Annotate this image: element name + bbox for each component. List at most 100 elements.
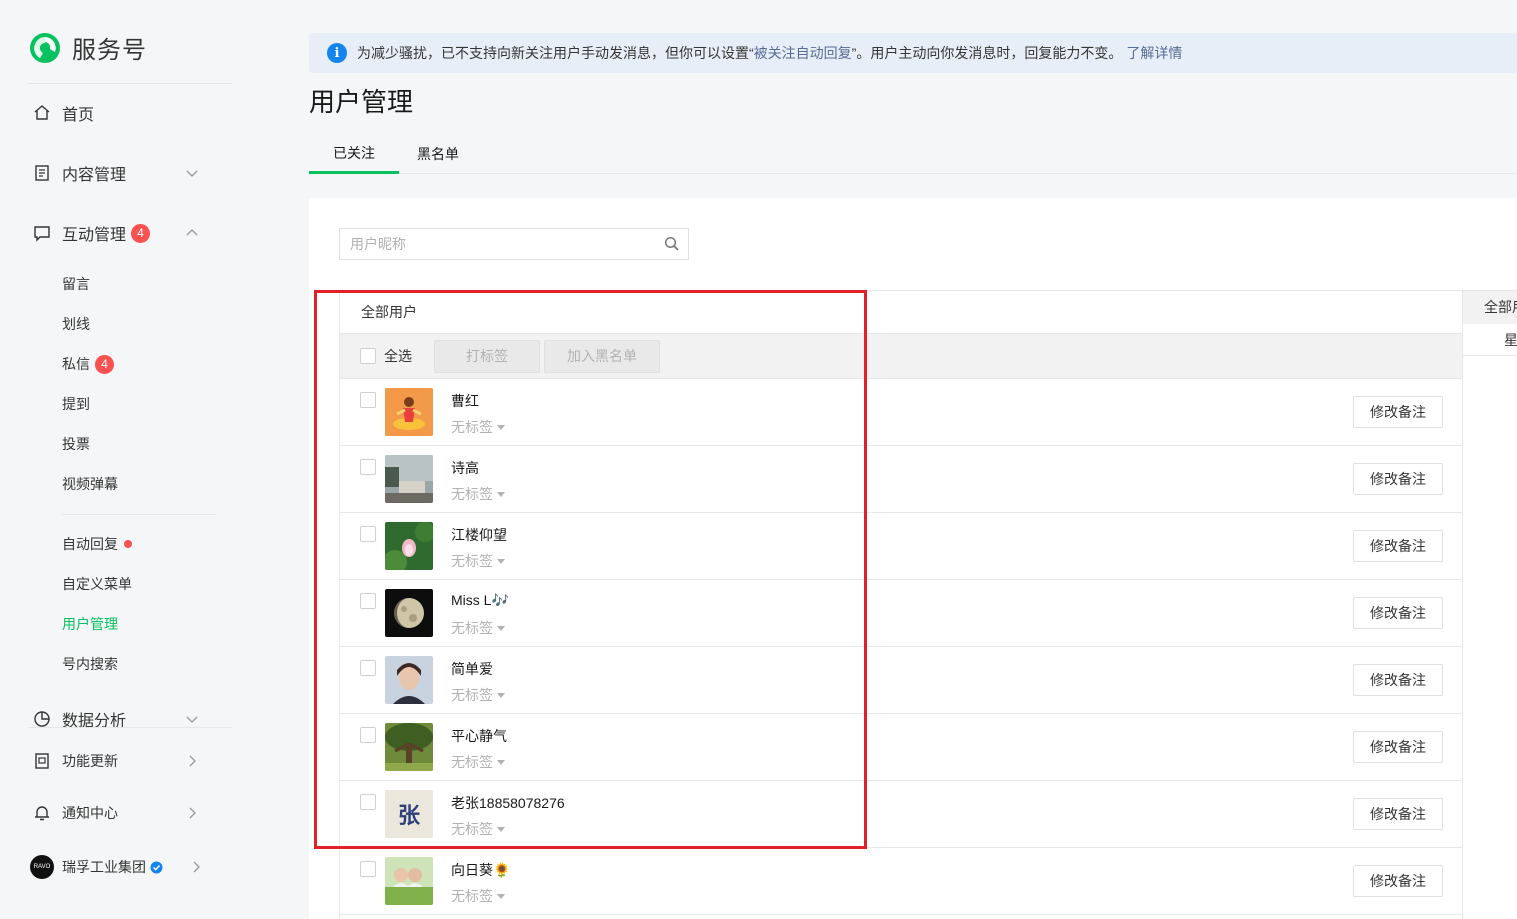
chevron-right-icon bbox=[193, 861, 200, 873]
sidebar-item-custom-menu[interactable]: 自定义菜单 bbox=[62, 574, 132, 594]
row-checkbox[interactable] bbox=[360, 526, 376, 542]
edit-remark-button[interactable]: 修改备注 bbox=[1353, 865, 1443, 897]
user-name: 诗高 bbox=[451, 460, 479, 476]
edit-remark-button[interactable]: 修改备注 bbox=[1353, 463, 1443, 495]
tab-blacklist[interactable]: 黑名单 bbox=[409, 134, 467, 174]
caret-down-icon bbox=[497, 759, 505, 765]
sidebar-item-mentions[interactable]: 提到 bbox=[62, 394, 90, 414]
page-title: 用户管理 bbox=[309, 87, 414, 117]
sidebar-item-label: 投票 bbox=[62, 436, 90, 452]
user-tag-dropdown[interactable]: 无标签 bbox=[451, 417, 505, 437]
sidebar-item-comments[interactable]: 留言 bbox=[62, 274, 90, 294]
group-starred-users[interactable]: 星标用户 bbox=[1463, 324, 1517, 356]
nav-notifications[interactable]: 通知中心 bbox=[33, 803, 203, 823]
search-icon[interactable] bbox=[664, 236, 680, 252]
user-group-panel: 全部用户 星标用户 bbox=[1463, 290, 1517, 919]
user-tag-label: 无标签 bbox=[451, 486, 493, 502]
divider bbox=[28, 727, 232, 728]
edit-remark-button[interactable]: 修改备注 bbox=[1353, 731, 1443, 763]
user-tag-label: 无标签 bbox=[451, 620, 493, 636]
table-row: Miss L🎶 无标签 修改备注 bbox=[340, 580, 1462, 647]
user-avatar[interactable] bbox=[385, 522, 433, 570]
row-checkbox[interactable] bbox=[360, 459, 376, 475]
caret-down-icon bbox=[497, 491, 505, 497]
search-input[interactable] bbox=[340, 229, 664, 259]
sidebar-item-label: 自动回复 bbox=[62, 536, 118, 552]
sidebar-item-messages[interactable]: 私信 4 bbox=[62, 354, 114, 374]
sidebar-item-underline[interactable]: 划线 bbox=[62, 314, 90, 334]
user-tag-label: 无标签 bbox=[451, 687, 493, 703]
select-all-label[interactable]: 全选 bbox=[384, 346, 412, 366]
nav-content[interactable]: 内容管理 bbox=[33, 161, 203, 185]
row-checkbox[interactable] bbox=[360, 794, 376, 810]
nav-interaction[interactable]: 互动管理 4 bbox=[33, 221, 203, 245]
user-tag-dropdown[interactable]: 无标签 bbox=[451, 551, 505, 571]
pie-chart-icon bbox=[34, 711, 50, 727]
edit-remark-button[interactable]: 修改备注 bbox=[1353, 396, 1443, 428]
user-avatar[interactable] bbox=[385, 857, 433, 905]
edit-remark-button[interactable]: 修改备注 bbox=[1353, 530, 1443, 562]
tab-followed[interactable]: 已关注 bbox=[309, 134, 399, 174]
caret-down-icon bbox=[497, 826, 505, 832]
nav-updates[interactable]: 功能更新 bbox=[33, 751, 203, 771]
row-checkbox[interactable] bbox=[360, 593, 376, 609]
user-avatar[interactable] bbox=[385, 723, 433, 771]
tag-button[interactable]: 打标签 bbox=[434, 339, 540, 373]
notice-banner: i 为减少骚扰，已不支持向新关注用户手动发消息，但你可以设置“ 被关注自动回复”。… bbox=[309, 33, 1517, 73]
user-avatar[interactable] bbox=[385, 388, 433, 436]
user-avatar[interactable] bbox=[385, 589, 433, 637]
sidebar-item-label: 划线 bbox=[62, 316, 90, 332]
nav-home[interactable]: 首页 bbox=[33, 101, 203, 125]
chevron-down-icon bbox=[186, 170, 198, 177]
user-tag-dropdown[interactable]: 无标签 bbox=[451, 819, 505, 839]
user-avatar[interactable] bbox=[385, 455, 433, 503]
user-avatar[interactable] bbox=[385, 656, 433, 704]
edit-remark-button[interactable]: 修改备注 bbox=[1353, 798, 1443, 830]
group-all-users[interactable]: 全部用户 bbox=[1463, 291, 1517, 324]
user-tag-label: 无标签 bbox=[451, 888, 493, 904]
sidebar-item-video-danmaku[interactable]: 视频弹幕 bbox=[62, 474, 118, 494]
table-row: 诗高 无标签 修改备注 bbox=[340, 446, 1462, 513]
user-tag-label: 无标签 bbox=[451, 821, 493, 837]
table-row: 江楼仰望 无标签 修改备注 bbox=[340, 513, 1462, 580]
user-tag-dropdown[interactable]: 无标签 bbox=[451, 484, 505, 504]
messages-badge: 4 bbox=[95, 354, 114, 374]
sidebar-item-label: 用户管理 bbox=[62, 616, 118, 632]
user-tag-dropdown[interactable]: 无标签 bbox=[451, 618, 505, 638]
row-checkbox[interactable] bbox=[360, 861, 376, 877]
sidebar-item-user-management[interactable]: 用户管理 bbox=[62, 614, 118, 634]
brand[interactable]: 服务号 bbox=[28, 30, 147, 65]
add-to-blacklist-button[interactable]: 加入黑名单 bbox=[544, 339, 660, 373]
edit-remark-button[interactable]: 修改备注 bbox=[1353, 664, 1443, 696]
account-switcher[interactable]: RAVO 瑞孚工业集团 bbox=[30, 855, 203, 879]
avatar-text: 张 bbox=[397, 803, 420, 829]
divider bbox=[62, 514, 216, 515]
row-checkbox[interactable] bbox=[360, 392, 376, 408]
edit-remark-button[interactable]: 修改备注 bbox=[1353, 597, 1443, 629]
user-tag-dropdown[interactable]: 无标签 bbox=[451, 752, 505, 772]
bell-icon bbox=[35, 806, 49, 821]
user-name: 江楼仰望 bbox=[451, 527, 507, 543]
interaction-badge: 4 bbox=[131, 223, 151, 243]
learn-more-link[interactable]: 了解详情 bbox=[1126, 43, 1182, 63]
user-tag-dropdown[interactable]: 无标签 bbox=[451, 886, 505, 906]
select-all-checkbox[interactable] bbox=[360, 348, 376, 364]
app-name: 服务号 bbox=[72, 37, 147, 64]
notice-text-before: 为减少骚扰，已不支持向新关注用户手动发消息，但你可以设置“ bbox=[357, 45, 754, 61]
service-account-logo-icon bbox=[30, 32, 60, 63]
row-checkbox[interactable] bbox=[360, 660, 376, 676]
info-icon: i bbox=[327, 43, 347, 63]
sidebar-item-auto-reply[interactable]: 自动回复 bbox=[62, 534, 132, 554]
sidebar-item-label: 号内搜索 bbox=[62, 656, 118, 672]
row-checkbox[interactable] bbox=[360, 727, 376, 743]
user-tag-dropdown[interactable]: 无标签 bbox=[451, 685, 505, 705]
sidebar-item-in-account-search[interactable]: 号内搜索 bbox=[62, 654, 118, 674]
user-name: Miss L🎶 bbox=[451, 592, 509, 608]
user-avatar[interactable]: 张 bbox=[385, 790, 433, 838]
account-name: 瑞孚工业集团 bbox=[62, 859, 146, 875]
sidebar-item-votes[interactable]: 投票 bbox=[62, 434, 90, 454]
new-dot bbox=[124, 540, 132, 548]
table-row: 平心静气 无标签 修改备注 bbox=[340, 714, 1462, 781]
nav-analytics[interactable]: 数据分析 bbox=[33, 711, 203, 727]
nav-analytics-label: 数据分析 bbox=[62, 713, 127, 727]
